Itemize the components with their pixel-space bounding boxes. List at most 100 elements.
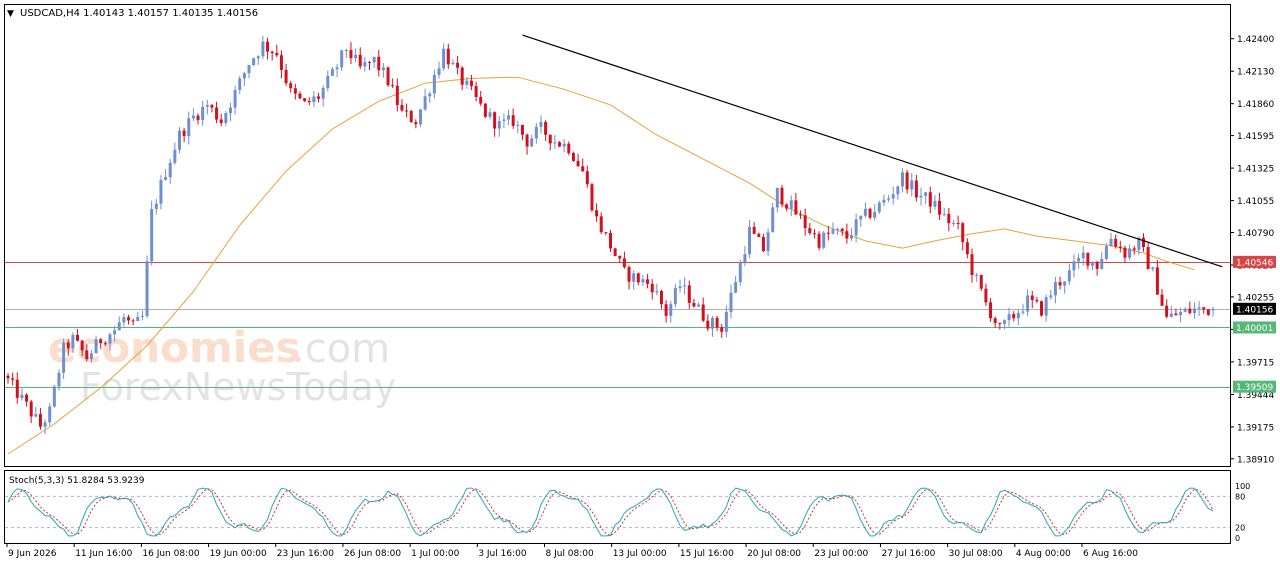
candle-body: [975, 275, 979, 277]
price-tag-label: 1.40156: [1236, 305, 1273, 315]
candle-body: [1188, 308, 1192, 313]
candle-body: [900, 172, 904, 187]
candle-body: [344, 50, 348, 52]
candle-body: [558, 142, 562, 147]
candle-body: [1197, 307, 1201, 309]
candle-body: [201, 106, 205, 121]
candle-body: [544, 122, 548, 135]
stoch-tick-label: 20: [1235, 524, 1245, 533]
candle-body: [66, 342, 70, 349]
candle-body: [191, 115, 195, 119]
time-tick-label: 4 Aug 00:00: [1016, 549, 1071, 559]
candle-body: [270, 51, 274, 54]
candle-body: [34, 414, 38, 417]
candle-body: [1165, 305, 1169, 317]
candle-body: [205, 105, 209, 107]
candle-body: [1063, 281, 1067, 286]
candle-body: [414, 122, 418, 125]
candle-body: [604, 232, 608, 234]
time-tick-label: 19 Jun 00:00: [210, 549, 267, 559]
candle-body: [775, 187, 779, 208]
candle-body: [789, 200, 793, 209]
candle-body: [752, 226, 756, 234]
candle-body: [71, 335, 75, 349]
candle-body: [585, 171, 589, 185]
time-tick-label: 1 Jul 00:00: [411, 549, 460, 559]
candle-body: [928, 192, 932, 207]
candle-body: [1095, 261, 1099, 269]
candle-body: [52, 386, 56, 407]
candle-body: [938, 200, 942, 215]
candle-body: [836, 228, 840, 230]
candle-body: [1155, 267, 1159, 295]
chevron-down-icon[interactable]: ▼: [7, 9, 14, 19]
candle-body: [933, 200, 937, 207]
price-tick-label: 1.41860: [1237, 100, 1274, 110]
candle-body: [173, 149, 177, 163]
candle-body: [442, 48, 446, 69]
candle-body: [140, 315, 144, 317]
candle-body: [989, 302, 993, 319]
candle-body: [446, 48, 450, 65]
candle-body: [94, 339, 98, 354]
candle-body: [525, 134, 529, 147]
candle-body: [1100, 259, 1104, 269]
stoch-label: Stoch(5,3,3) 51.8284 53.9239: [9, 476, 145, 486]
candle-body: [224, 113, 228, 124]
candle-body: [266, 41, 270, 52]
time-tick-label: 6 Aug 16:00: [1083, 549, 1138, 559]
candle-body: [145, 261, 149, 316]
candle-body: [57, 372, 61, 387]
candle-body: [1030, 295, 1034, 300]
candle-body: [428, 93, 432, 97]
candle-body: [127, 317, 130, 321]
candle-body: [766, 232, 770, 252]
candle-body: [159, 179, 163, 204]
candle-body: [655, 290, 659, 293]
candle-body: [1169, 313, 1173, 317]
candle-body: [641, 279, 645, 283]
candle-body: [312, 96, 316, 103]
candle-body: [650, 283, 654, 293]
candle-body: [1016, 312, 1020, 319]
candle-body: [1183, 308, 1187, 312]
candle-body: [391, 85, 395, 87]
candle-body: [1114, 238, 1118, 247]
candle-body: [168, 162, 172, 178]
candle-body: [154, 203, 158, 210]
candle-body: [701, 304, 705, 321]
candle-body: [187, 118, 191, 137]
candle-body: [80, 340, 84, 351]
candle-body: [840, 228, 844, 232]
candle-body: [11, 378, 15, 380]
candle-body: [595, 210, 599, 217]
candle-body: [228, 107, 232, 114]
candle-body: [571, 153, 575, 161]
candle-body: [247, 65, 251, 74]
candle-body: [636, 273, 640, 283]
price-tick-label: 1.41595: [1237, 132, 1274, 142]
candle-body: [307, 101, 311, 103]
candle-body: [43, 422, 47, 427]
price-tick-label: 1.41055: [1237, 197, 1274, 207]
candle-body: [1007, 314, 1011, 321]
candle-body: [567, 143, 571, 154]
candle-body: [919, 195, 923, 198]
candle-body: [1206, 309, 1210, 315]
price-tick-label: 1.38910: [1237, 455, 1274, 465]
candle-body: [15, 379, 19, 398]
candle-body: [1109, 238, 1113, 247]
time-tick-label: 11 Jun 16:00: [75, 549, 132, 559]
candle-body: [622, 258, 626, 268]
candle-body: [493, 112, 497, 129]
candle-body: [48, 406, 52, 423]
candle-body: [256, 56, 260, 59]
candle-body: [882, 199, 886, 203]
stoch-tick-label: 100: [1235, 482, 1250, 491]
candle-body: [1151, 267, 1155, 270]
candle-body: [562, 143, 566, 147]
candle-body: [771, 207, 775, 233]
time-tick-label: 27 Jul 16:00: [881, 549, 935, 559]
candle-body: [321, 87, 325, 99]
candle-body: [1091, 261, 1094, 266]
